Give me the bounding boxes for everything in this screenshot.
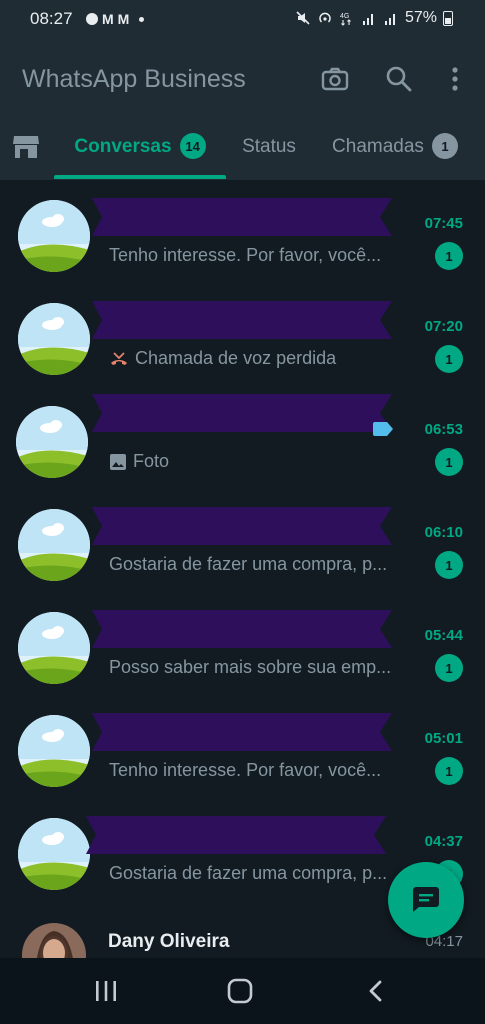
redacted-name [92,713,392,751]
redacted-name [92,394,392,432]
back-button[interactable] [356,974,396,1008]
status-bar: 08:27 M M 4G 57% [0,0,485,38]
recent-apps-icon [96,981,116,1001]
dot-icon [139,16,145,22]
contact-avatar [22,923,86,958]
chat-row[interactable]: 06:53 Foto 1 [0,386,485,489]
unread-badge: 1 [435,242,463,270]
default-avatar [16,406,88,478]
chat-preview-text: Foto [133,451,170,471]
chat-preview: Gostaria de fazer uma compra, p... [109,554,414,575]
status-left-icons: M M [86,11,145,27]
new-chat-button[interactable] [388,862,464,938]
redacted-name [92,301,392,339]
hotspot-icon [319,12,331,23]
camera-icon[interactable] [320,64,350,94]
system-nav-bar [0,958,485,1024]
redacted-name [92,610,392,648]
chat-row[interactable]: 06:10 Gostaria de fazer uma compra, p...… [0,489,485,592]
chat-time: 05:01 [424,730,463,747]
redacted-name [92,198,392,236]
app-header: WhatsApp Business Conversas 14 Status Ch… [0,38,485,180]
tab-conversas-label: Conversas [74,136,172,157]
unread-badge: 1 [435,654,463,682]
tab-conversas[interactable]: Conversas 14 [54,133,226,180]
recent-apps-button[interactable] [86,974,126,1008]
battery-icon [443,10,453,26]
tab-status-label: Status [242,136,296,157]
default-avatar [18,818,90,890]
svg-text:4G: 4G [340,13,349,20]
default-avatar [18,715,90,787]
tab-bar: Conversas 14 Status Chamadas 1 [0,133,485,180]
new-chat-icon [413,887,439,912]
gmail-icon: M [117,11,130,27]
chat-time: 07:45 [424,215,463,232]
photo-icon [110,453,126,470]
unread-badge: 1 [435,345,463,373]
chat-time: 04:37 [424,833,463,850]
chat-preview: Posso saber mais sobre sua emp... [109,657,414,678]
chat-row[interactable]: 07:45 Tenho interesse. Por favor, você..… [0,180,485,283]
chat-preview: Foto [109,451,414,472]
notification-icon [86,13,98,25]
tab-conversas-badge: 14 [179,133,206,159]
chat-preview-text: Gostaria de fazer uma compra, p... [109,554,388,574]
default-avatar [18,612,90,684]
chat-preview-text: Tenho interesse. Por favor, você... [109,760,382,780]
chat-time: 06:53 [424,421,463,438]
redacted-name [92,507,392,545]
chat-preview-text: Posso saber mais sobre sua emp... [109,657,392,677]
tab-store[interactable] [12,134,46,180]
chat-preview-text: Tenho interesse. Por favor, você... [109,245,382,265]
chat-preview: Tenho interesse. Por favor, você... [109,245,414,266]
chat-preview: Tenho interesse. Por favor, você... [109,760,414,781]
battery-percent: 57% [404,9,437,26]
mute-icon [296,11,310,25]
store-icon [13,136,39,158]
gmail-icon: M [102,11,114,27]
home-button[interactable] [220,974,260,1008]
tab-chamadas-label: Chamadas [332,136,424,157]
chat-time: 06:10 [424,524,463,541]
chat-row[interactable]: 05:01 Tenho interesse. Por favor, você..… [0,695,485,798]
4g-icon: 4G [340,13,351,26]
tab-chamadas-badge: 1 [431,133,458,159]
chat-preview-text: Gostaria de fazer uma compra, p... [109,863,388,883]
default-avatar [18,200,90,272]
signal-icon [362,14,373,25]
missed-call-icon [111,351,127,365]
status-right-icons: 4G 57% [295,9,453,27]
app-title: WhatsApp Business [22,65,246,93]
search-icon[interactable] [384,64,414,94]
chat-row[interactable]: 05:44 Posso saber mais sobre sua emp... … [0,592,485,695]
tab-status[interactable]: Status [230,134,308,180]
status-time: 08:27 [30,9,73,28]
chat-preview: Chamada de voz perdida [109,348,414,369]
chat-preview-text: Chamada de voz perdida [135,348,337,368]
chat-preview: Gostaria de fazer uma compra, p... [109,863,414,884]
home-icon [227,978,253,1004]
tab-chamadas[interactable]: Chamadas 1 [320,133,470,180]
back-icon [369,980,382,1002]
active-tab-indicator [54,175,226,179]
default-avatar [18,509,90,581]
signal-icon [384,14,395,25]
chat-row[interactable]: 07:20 Chamada de voz perdida 1 [0,283,485,386]
unread-badge: 1 [435,448,463,476]
label-icon [373,422,393,436]
chat-list: 07:45 Tenho interesse. Por favor, você..… [0,180,485,958]
default-avatar [18,303,90,375]
chat-name: Dany Oliveira [108,931,230,952]
unread-badge: 1 [435,551,463,579]
menu-icon[interactable] [440,64,470,94]
unread-badge: 1 [435,757,463,785]
redacted-name [86,816,386,854]
chat-time: 05:44 [424,627,463,644]
chat-time: 07:20 [424,318,463,335]
